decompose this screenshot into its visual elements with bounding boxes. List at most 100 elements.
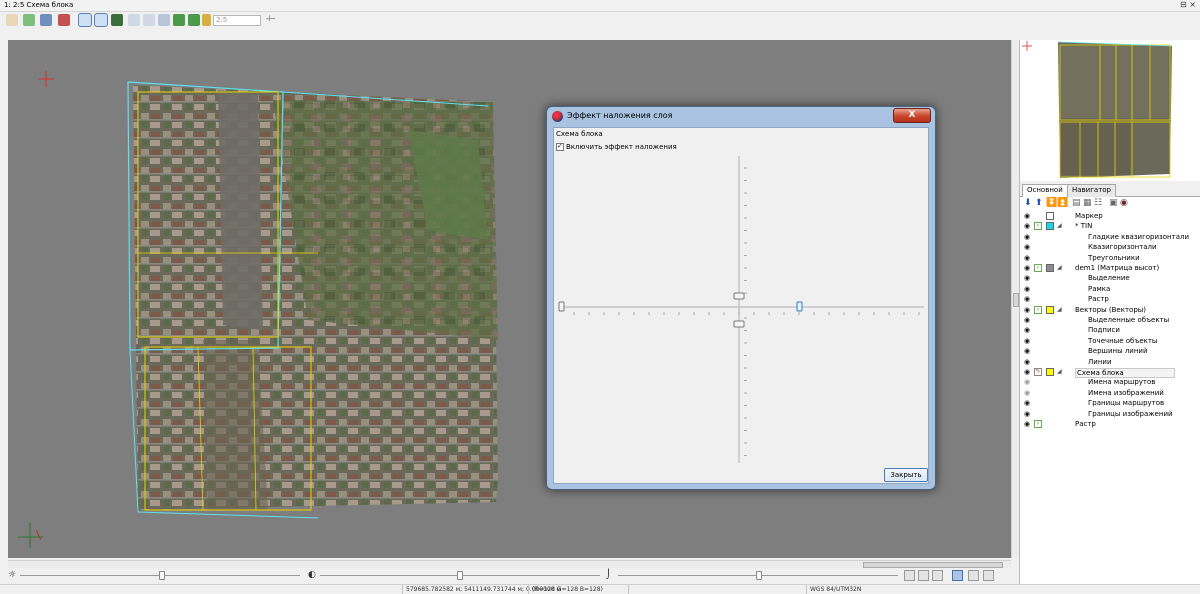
layer-row[interactable]: ◉ Растр (1020, 294, 1200, 304)
layer-row[interactable]: ◉ Вершины линий (1020, 346, 1200, 356)
visibility-eye-icon[interactable]: ◉ (1024, 357, 1030, 367)
visibility-eye-icon[interactable]: ◉ (1024, 305, 1030, 315)
view-mode-4-icon[interactable] (952, 570, 963, 581)
zoom-extent-icon[interactable] (158, 14, 170, 26)
expand-chevron-icon[interactable]: › (1034, 222, 1042, 231)
overlay-position-control[interactable] (554, 128, 930, 485)
layer-row[interactable]: ◉ Линии (1020, 357, 1200, 367)
brightness-slider[interactable] (159, 571, 165, 580)
layer-color-swatch[interactable] (1046, 222, 1054, 231)
view-mode-1-icon[interactable] (904, 570, 915, 581)
view-mode-3-icon[interactable] (932, 570, 943, 581)
layer-row[interactable]: ◉ Квазигоризонтали (1020, 242, 1200, 252)
visibility-eye-icon[interactable]: ◉ (1024, 211, 1030, 221)
grid-icon[interactable] (58, 14, 70, 26)
layer-row[interactable]: ◉ › Растр (1020, 419, 1200, 429)
view-mode-2-icon[interactable] (918, 570, 929, 581)
visibility-eye-icon[interactable]: ◉ (1024, 221, 1030, 231)
layer-row[interactable]: ◉ Границы изображений (1020, 409, 1200, 419)
tab-navigator[interactable]: Навигатор (1067, 184, 1116, 197)
layer-color-swatch[interactable] (1046, 305, 1054, 314)
visibility-eye-icon[interactable]: ◉ (1024, 388, 1030, 398)
layer-row[interactable]: ◉ Гладкие квазигоризонтали (1020, 232, 1200, 242)
collapse-triangle-icon[interactable]: ◢ (1057, 221, 1062, 231)
export-icon[interactable]: ▣ (1109, 199, 1118, 208)
visibility-eye-icon[interactable]: ◉ (1024, 346, 1030, 356)
layer-row[interactable]: ◉ Границы маршрутов (1020, 398, 1200, 408)
expand-chevron-icon[interactable]: › (1034, 264, 1042, 272)
layer-row[interactable]: ◉ Имена маршрутов (1020, 377, 1200, 387)
layer-color-swatch[interactable] (1046, 212, 1054, 220)
edit-pencil-icon[interactable]: ✎ (1034, 368, 1042, 376)
visibility-eye-icon[interactable]: ◉ (1024, 367, 1030, 377)
visibility-eye-icon[interactable]: ◉ (1024, 242, 1030, 252)
close-button[interactable]: Закрыть (884, 468, 928, 482)
scale-input[interactable]: 2:5 (213, 15, 261, 26)
visibility-eye-icon[interactable]: ◉ (1024, 325, 1030, 335)
layer-row[interactable]: ◉ Подписи (1020, 325, 1200, 335)
collapse-triangle-icon[interactable]: ◢ (1057, 367, 1062, 377)
move-up-icon[interactable]: ⬆ (1035, 199, 1044, 208)
view-b-icon[interactable] (94, 13, 108, 27)
horizontal-slider-thumb-right[interactable] (796, 301, 803, 312)
visibility-eye-icon[interactable]: ◉ (1024, 232, 1030, 242)
expand-chevron-icon[interactable]: › (1034, 305, 1042, 314)
vertical-slider-thumb-top[interactable] (733, 292, 745, 300)
visibility-eye-icon[interactable]: ◉ (1024, 284, 1030, 294)
zoom-out-icon[interactable] (143, 14, 155, 26)
layer-row[interactable]: ◉ Маркер (1020, 211, 1200, 221)
layer-row[interactable]: ◉ ✎ ◢ Схема блока (1020, 367, 1200, 378)
collapse-triangle-icon[interactable]: ◢ (1057, 263, 1062, 273)
visibility-eye-icon[interactable]: ◉ (1024, 377, 1030, 387)
vertical-slider-thumb-bottom[interactable] (733, 320, 745, 328)
view-c-icon[interactable] (111, 14, 123, 26)
tree-icon[interactable]: ☷ (1094, 199, 1103, 208)
zoom-select-icon[interactable] (202, 14, 211, 26)
overview-map[interactable] (1020, 40, 1200, 180)
visibility-eye-icon[interactable]: ◉ (1024, 398, 1030, 408)
zoom-next-icon[interactable] (188, 14, 200, 26)
zoom-prev-icon[interactable] (173, 14, 185, 26)
layer-row[interactable]: ◉ Выделение (1020, 273, 1200, 283)
settings-icon[interactable]: ◉ (1120, 199, 1129, 208)
layer-row[interactable]: ◉ › ◢ * TIN (1020, 221, 1200, 231)
view-mode-5-icon[interactable] (968, 570, 979, 581)
layer-row[interactable]: ◉ Выделенные объекты (1020, 315, 1200, 325)
view-a-icon[interactable] (78, 13, 92, 27)
move-down-icon[interactable]: ⬇ (1024, 199, 1033, 208)
pin-icon[interactable]: -⊢ (266, 14, 276, 23)
visibility-eye-icon[interactable]: ◉ (1024, 315, 1030, 325)
view-mode-6-icon[interactable] (983, 570, 994, 581)
dialog-close-button[interactable]: X (893, 108, 931, 123)
layer-row[interactable]: ◉ › ◢ dem1 (Матрица высот) (1020, 263, 1200, 273)
contrast-slider[interactable] (457, 571, 463, 580)
map-vertical-scrollbar[interactable] (1011, 40, 1019, 558)
layer-color-swatch[interactable] (1046, 368, 1054, 376)
map-horizontal-scrollbar[interactable] (8, 560, 1011, 568)
visibility-eye-icon[interactable]: ◉ (1024, 273, 1030, 283)
layer-color-swatch[interactable] (1046, 264, 1054, 272)
zoom-in-icon[interactable] (128, 14, 140, 26)
visibility-eye-icon[interactable]: ◉ (1024, 263, 1030, 273)
filter-icon[interactable] (40, 14, 52, 26)
visibility-eye-icon[interactable]: ◉ (1024, 409, 1030, 419)
properties-icon[interactable]: ▤ (1072, 199, 1081, 208)
window-controls[interactable]: ⊟ × (1180, 0, 1196, 9)
move-top-icon[interactable]: ⏫ (1057, 199, 1068, 208)
layer-row[interactable]: ◉ › ◢ Векторы (Векторы) (1020, 305, 1200, 315)
expand-chevron-icon[interactable]: › (1034, 420, 1042, 428)
visibility-eye-icon[interactable]: ◉ (1024, 419, 1030, 429)
gamma-slider[interactable] (756, 571, 762, 580)
tab-main[interactable]: Основной (1022, 184, 1068, 198)
layer-row[interactable]: ◉ Треугольники (1020, 253, 1200, 263)
layer-row[interactable]: ◉ Рамка (1020, 284, 1200, 294)
table-icon[interactable]: ▦ (1083, 199, 1092, 208)
horizontal-slider-thumb-left[interactable] (558, 301, 565, 312)
layer-row[interactable]: ◉ Точечные объекты (1020, 336, 1200, 346)
layers-icon[interactable] (23, 14, 35, 26)
visibility-eye-icon[interactable]: ◉ (1024, 253, 1030, 263)
pan-hand-icon[interactable] (6, 14, 18, 26)
collapse-triangle-icon[interactable]: ◢ (1057, 305, 1062, 315)
visibility-eye-icon[interactable]: ◉ (1024, 336, 1030, 346)
move-bottom-icon[interactable]: ⏬ (1046, 199, 1057, 208)
